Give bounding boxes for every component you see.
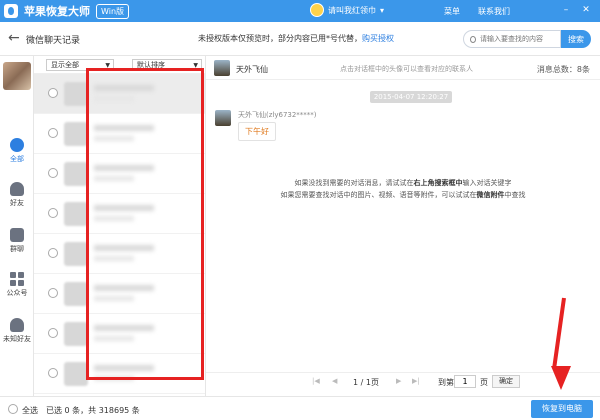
license-notice: 未授权版本仅预览时，部分内容已用*号代替，购买授权 <box>198 34 394 43</box>
group-icon <box>10 228 24 242</box>
title-bar: 苹果恢复大师 Win版 请叫我红领巾 ▾ 菜单 联系我们 – ✕ <box>0 0 600 22</box>
radio-button[interactable] <box>48 248 58 258</box>
message-bubble: 下午好 <box>238 122 276 141</box>
search-icon <box>470 35 476 43</box>
chat-header: 天外飞仙 点击对话框中的头像可以查看对应的联系人 消息总数：8条 <box>206 56 600 80</box>
radio-button[interactable] <box>48 88 58 98</box>
selection-info: 已选 0 条，共 318695 条 <box>46 406 140 415</box>
search-input[interactable] <box>480 35 560 43</box>
radio-button[interactable] <box>48 128 58 138</box>
chat-contact-name: 天外飞仙 <box>236 65 268 74</box>
message-timestamp: 2015-04-07 12:20:27 <box>370 91 452 103</box>
contact-thumbnail <box>64 82 88 106</box>
recover-to-computer-button[interactable]: 恢复到电脑 <box>531 400 593 418</box>
contact-thumbnail <box>64 202 88 226</box>
page-number-input[interactable] <box>454 375 476 388</box>
goto-label: 到第 <box>438 378 454 387</box>
sender-avatar[interactable] <box>215 110 231 126</box>
person-icon <box>10 182 24 196</box>
confirm-page-button[interactable]: 确定 <box>492 375 520 388</box>
nav-item-unknown-friends[interactable]: 未知好友 <box>0 318 34 344</box>
select-all-radio[interactable] <box>8 404 18 414</box>
nav-item-label: 公众号 <box>6 289 28 297</box>
last-page-icon[interactable]: ▶| <box>412 377 420 385</box>
message-count: 消息总数：8条 <box>536 65 590 74</box>
prev-page-icon[interactable]: ◀ <box>332 377 337 385</box>
annotation-arrow <box>552 297 566 368</box>
contact-avatar[interactable] <box>214 60 230 76</box>
search-button[interactable]: 搜索 <box>561 30 591 48</box>
select-all-label[interactable]: 全选 <box>22 405 38 416</box>
footer-bar: 全选 已选 0 条，共 318695 条 恢复到电脑 <box>0 396 600 420</box>
nav-item-label: 未知好友 <box>3 335 31 343</box>
nav-item-label: 好友 <box>10 199 24 207</box>
app-logo-icon <box>4 4 18 18</box>
back-arrow-icon[interactable]: ← <box>8 30 20 46</box>
unknown-person-icon <box>10 318 24 332</box>
menu-button[interactable]: 菜单 <box>444 6 460 17</box>
pagination: |◀ ◀ 1 / 1页 ▶ ▶| 到第 页 确定 <box>206 372 600 390</box>
radio-button[interactable] <box>48 328 58 338</box>
contact-us-link[interactable]: 联系我们 <box>478 6 510 17</box>
chat-header-tip: 点击对话框中的头像可以查看对应的联系人 <box>340 65 473 73</box>
nav-item-official-accounts[interactable]: 公众号 <box>0 272 34 298</box>
annotation-arrow-head <box>551 366 571 390</box>
page-unit: 页 <box>480 378 488 387</box>
annotation-highlight-box <box>86 68 204 380</box>
first-page-icon[interactable]: |◀ <box>312 377 320 385</box>
nav-item-all[interactable]: 全部 <box>0 138 34 164</box>
radio-button[interactable] <box>48 208 58 218</box>
contact-thumbnail <box>64 242 88 266</box>
radio-button[interactable] <box>48 368 58 378</box>
nav-item-groups[interactable]: 群聊 <box>0 228 34 254</box>
category-nav: 全部 好友 群聊 公众号 未知好友 <box>0 56 34 396</box>
contact-thumbnail <box>64 322 88 346</box>
search-hint: 如果没找到需要的对话消息，请试试在右上角搜索框中输入对话关键字 <box>294 179 512 187</box>
filter-value: 显示全部 <box>51 61 79 69</box>
page-title: 微信聊天记录 <box>26 36 81 46</box>
next-page-icon[interactable]: ▶ <box>396 377 401 385</box>
message-sender: 天外飞仙(zly6732*****) <box>238 111 317 119</box>
buy-license-link[interactable]: 购买授权 <box>362 34 394 43</box>
chat-bubble-icon <box>10 138 24 152</box>
radio-button[interactable] <box>48 168 58 178</box>
toolbar: ← 微信聊天记录 未授权版本仅预览时，部分内容已用*号代替，购买授权 搜索 <box>0 22 600 56</box>
search-box <box>463 30 561 48</box>
radio-button[interactable] <box>48 288 58 298</box>
avatar <box>310 3 324 17</box>
contact-thumbnail <box>64 362 88 386</box>
attachment-hint: 如果您需要查找对话中的图片、视频、语音等附件，可以试试在微信附件中查找 <box>280 191 526 199</box>
nav-item-friends[interactable]: 好友 <box>0 182 34 208</box>
grid-icon <box>10 272 24 286</box>
user-menu[interactable]: 请叫我红领巾 ▾ <box>310 3 384 17</box>
minimize-icon[interactable]: – <box>560 4 572 16</box>
edition-badge: Win版 <box>96 3 130 19</box>
contact-thumbnail <box>64 122 88 146</box>
contact-thumbnail <box>64 162 88 186</box>
contact-thumbnail <box>64 282 88 306</box>
device-avatar <box>3 62 31 90</box>
nav-item-label: 全部 <box>10 155 24 163</box>
chevron-down-icon: ▾ <box>380 5 385 15</box>
close-icon[interactable]: ✕ <box>580 4 592 16</box>
username: 请叫我红领巾 <box>328 5 376 15</box>
app-title: 苹果恢复大师 <box>24 5 90 18</box>
page-info: 1 / 1页 <box>353 378 379 387</box>
nav-item-label: 群聊 <box>10 245 24 253</box>
